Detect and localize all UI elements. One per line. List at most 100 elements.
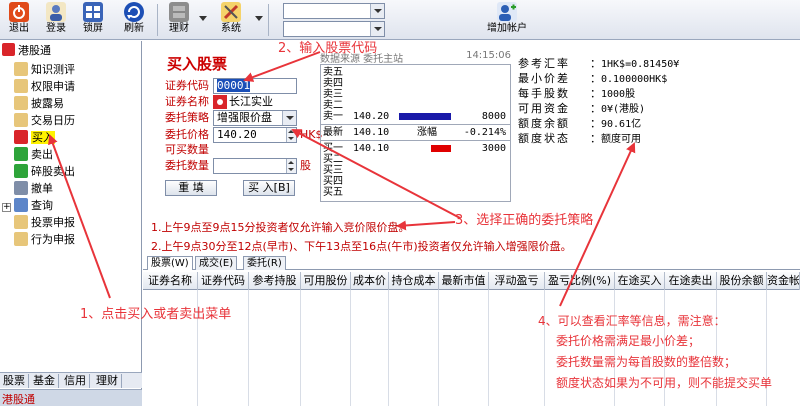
col-fund-account[interactable]: 资金帐 bbox=[767, 272, 800, 290]
info-value: 1HK$=0.81450¥ bbox=[601, 59, 680, 70]
info-row-fx: 参考汇率 ：1HK$=0.81450¥ bbox=[518, 57, 680, 70]
tree-item-vote[interactable]: 投票申报 bbox=[14, 215, 75, 231]
add-account-label: 增加帐户 bbox=[487, 23, 527, 34]
left-tab-credit[interactable]: 信用 bbox=[61, 374, 90, 388]
tree-item-label: 行为申报 bbox=[31, 233, 75, 246]
bid5-label: 买五 bbox=[323, 187, 343, 198]
finance-button[interactable]: 理财 bbox=[162, 2, 196, 38]
col-ref-holding[interactable]: 参考持股 bbox=[249, 272, 301, 290]
buy-button[interactable]: 买 入[B] bbox=[243, 180, 295, 196]
tools-icon bbox=[221, 2, 241, 22]
left-navigation-tree: 港股通 知识测评 权限申请 披露易 交易日历 买入 卖出 碎股卖出 撤单 + 查… bbox=[0, 41, 142, 406]
bid2-label: 买二 bbox=[323, 154, 343, 165]
system-label: 系统 bbox=[221, 23, 241, 34]
left-bottom-label[interactable]: 港股通 bbox=[2, 391, 35, 406]
tree-item-label: 交易日历 bbox=[31, 114, 75, 127]
ask2-label: 卖二 bbox=[323, 100, 343, 111]
order-strategy-select[interactable]: 增强限价盘 bbox=[213, 110, 297, 126]
tree-item-buy[interactable]: 买入 bbox=[14, 130, 55, 146]
account-combo-2[interactable] bbox=[283, 21, 385, 37]
combo-2-dropdown-icon[interactable] bbox=[370, 22, 384, 36]
tab-stocks[interactable]: 股票(W) bbox=[147, 256, 193, 270]
tree-item-cancel-order[interactable]: 撤单 bbox=[14, 181, 53, 197]
bid1-label: 买一 bbox=[323, 143, 343, 154]
document-icon bbox=[14, 79, 28, 93]
info-key: 额度余额 bbox=[518, 117, 570, 130]
note-2: 2.上午9点30分至12点(早市)、下午13点至16点(午市)投资者仅允许输入增… bbox=[151, 240, 572, 253]
stock-code-input[interactable]: 00001 bbox=[213, 78, 297, 94]
exit-button[interactable]: 退出 bbox=[2, 2, 36, 38]
grid-line bbox=[350, 290, 351, 406]
account-combo-1[interactable] bbox=[283, 3, 385, 19]
tree-item-label: 卖出 bbox=[31, 148, 53, 161]
tree-item-label: 查询 bbox=[31, 199, 53, 212]
col-transit-sell[interactable]: 在途卖出 bbox=[665, 272, 717, 290]
info-value: 0.100000HK$ bbox=[601, 74, 668, 85]
tree-item-query[interactable]: 查询 bbox=[14, 198, 53, 214]
tree-item-permission-apply[interactable]: 权限申请 bbox=[14, 79, 75, 95]
tab-trades[interactable]: 成交(E) bbox=[195, 256, 238, 270]
strategy-dropdown-icon[interactable] bbox=[282, 111, 296, 125]
reset-button[interactable]: 重 填 bbox=[165, 180, 217, 196]
lock-screen-button[interactable]: 锁屏 bbox=[76, 2, 110, 38]
tab-orders[interactable]: 委托(R) bbox=[243, 256, 286, 270]
lock-screen-label: 锁屏 bbox=[83, 23, 103, 34]
buy-icon bbox=[14, 130, 28, 144]
tree-item-label: 知识测评 bbox=[31, 63, 75, 76]
left-tab-wealth[interactable]: 理财 bbox=[93, 374, 122, 388]
tree-item-knowledge-test[interactable]: 知识测评 bbox=[14, 62, 75, 78]
info-row-funds: 可用资金 ：0¥(港股) bbox=[518, 102, 646, 115]
left-tab-stocks[interactable]: 股票 bbox=[0, 374, 29, 388]
system-button[interactable]: 系统 bbox=[214, 2, 248, 38]
ask1-price: 140.20 bbox=[353, 111, 390, 122]
grid-line bbox=[248, 290, 249, 406]
tree-item-corporate-action[interactable]: 行为申报 bbox=[14, 232, 75, 248]
tree-item-sell[interactable]: 卖出 bbox=[14, 147, 53, 163]
document-icon bbox=[14, 232, 28, 246]
quote-time: 14:15:06 bbox=[466, 50, 511, 61]
sell-icon bbox=[14, 147, 28, 161]
price-spinner[interactable] bbox=[286, 128, 296, 142]
col-transit-buy[interactable]: 在途买入 bbox=[615, 272, 665, 290]
tree-item-label: 披露易 bbox=[31, 97, 64, 110]
bid4-label: 买四 bbox=[323, 176, 343, 187]
col-stock-code[interactable]: 证券代码 bbox=[198, 272, 249, 290]
tree-item-label: 碎股卖出 bbox=[31, 165, 75, 178]
order-qty-input[interactable] bbox=[213, 158, 297, 174]
latest-label: 最新 bbox=[323, 127, 343, 138]
col-share-balance[interactable]: 股份余额 bbox=[717, 272, 767, 290]
col-market-value[interactable]: 最新市值 bbox=[439, 272, 489, 290]
bid1-price: 140.10 bbox=[353, 143, 390, 154]
combo-1-dropdown-icon[interactable] bbox=[370, 4, 384, 18]
col-floating-pnl[interactable]: 浮动盈亏 bbox=[489, 272, 545, 290]
left-tab-funds[interactable]: 基金 bbox=[30, 374, 59, 388]
annotation-4-line-3: 额度状态如果为不可用，则不能提交买单 bbox=[556, 376, 773, 390]
login-button[interactable]: 登录 bbox=[39, 2, 73, 38]
col-available[interactable]: 可用股份 bbox=[301, 272, 351, 290]
col-cost-price[interactable]: 成本价 bbox=[351, 272, 389, 290]
tree-item-disclosure[interactable]: 披露易 bbox=[14, 96, 64, 112]
add-account-button[interactable]: 增加帐户 bbox=[483, 2, 531, 38]
annotation-2: 2、输入股票代码 bbox=[278, 41, 378, 56]
query-icon bbox=[14, 198, 28, 212]
info-row-quota-status: 额度状态 ：额度可用 bbox=[518, 132, 641, 145]
qty-spinner[interactable] bbox=[286, 159, 296, 173]
info-value: 额度可用 bbox=[601, 134, 641, 145]
ask1-volume: 8000 bbox=[481, 111, 506, 122]
order-price-input[interactable]: 140.20 bbox=[213, 127, 297, 143]
col-stock-name[interactable]: 证券名称 bbox=[143, 272, 198, 290]
tree-item-label: 投票申报 bbox=[31, 216, 75, 229]
price-label: 委托价格 bbox=[165, 128, 209, 141]
info-key: 额度状态 bbox=[518, 132, 570, 145]
tree-item-trade-calendar[interactable]: 交易日历 bbox=[14, 113, 75, 129]
finance-dropdown-icon[interactable] bbox=[199, 16, 207, 21]
tree-root-ggt[interactable]: 港股通 bbox=[2, 43, 51, 59]
col-pnl-ratio[interactable]: 盈亏比例(%) bbox=[545, 272, 615, 290]
system-dropdown-icon[interactable] bbox=[255, 16, 263, 21]
expand-query-icon[interactable]: + bbox=[2, 203, 11, 212]
cancel-icon bbox=[14, 181, 28, 195]
order-price-value: 140.20 bbox=[217, 128, 257, 141]
tree-item-odd-lot-sell[interactable]: 碎股卖出 bbox=[14, 164, 75, 180]
refresh-button[interactable]: 刷新 bbox=[117, 2, 151, 38]
col-position-cost[interactable]: 持仓成本 bbox=[389, 272, 439, 290]
